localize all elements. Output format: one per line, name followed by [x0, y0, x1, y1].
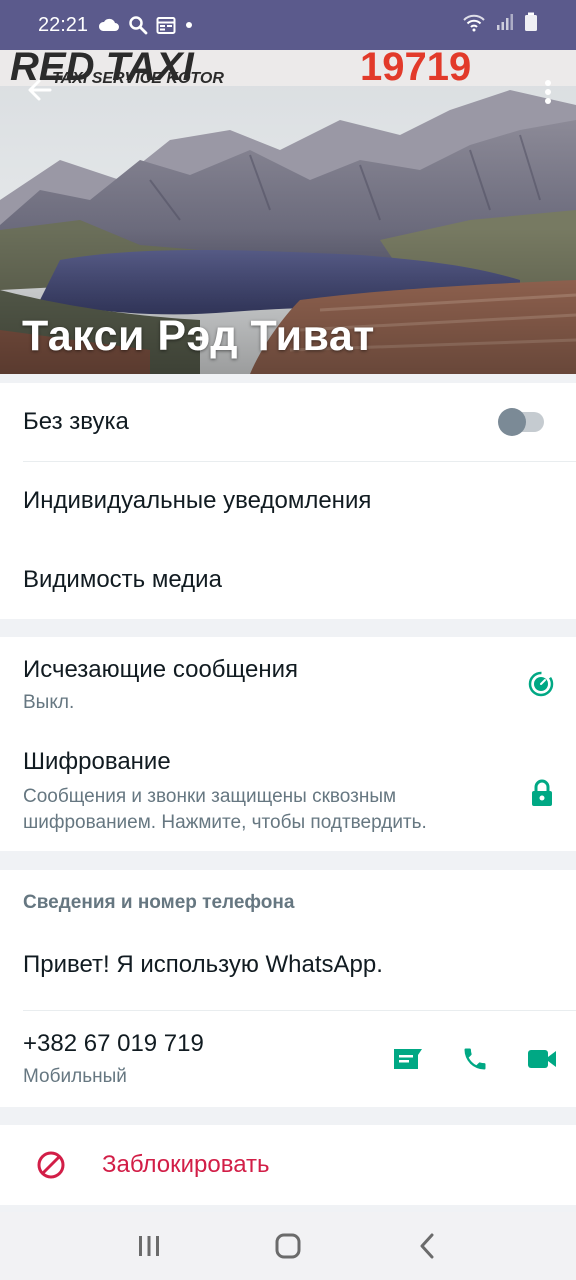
home-button[interactable]	[258, 1216, 318, 1276]
voice-call-button[interactable]	[455, 1039, 495, 1079]
mute-row[interactable]: Без звука	[0, 383, 576, 461]
timer-icon	[528, 671, 554, 697]
media-visibility-label: Видимость медиа	[23, 566, 222, 593]
block-icon	[37, 1151, 65, 1179]
recent-apps-button[interactable]	[119, 1216, 179, 1276]
battery-icon	[524, 12, 538, 38]
video-call-button[interactable]	[522, 1039, 562, 1079]
home-icon	[275, 1233, 301, 1259]
phone-number: +382 67 019 719	[23, 1030, 204, 1057]
system-navigation-bar	[0, 1212, 576, 1280]
status-time: 22:21	[38, 13, 89, 36]
calendar-icon	[156, 16, 176, 34]
lock-icon	[530, 779, 554, 807]
wifi-icon	[462, 12, 486, 38]
cloud-icon	[98, 18, 120, 32]
block-row[interactable]: Заблокировать	[0, 1125, 576, 1205]
notifications-section: Без звука Индивидуальные уведомления Вид…	[0, 383, 576, 619]
about-status-row[interactable]: Привет! Я использую WhatsApp.	[0, 922, 576, 1008]
message-button[interactable]	[388, 1039, 428, 1079]
mute-label: Без звука	[23, 408, 129, 435]
encryption-row[interactable]: Шифрование Сообщения и звонки защищены с…	[0, 737, 576, 847]
phone-icon	[464, 1048, 486, 1070]
status-bar: 22:21	[0, 0, 576, 50]
dot-icon	[184, 20, 194, 30]
about-section-label: Сведения и номер телефона	[23, 892, 295, 913]
media-visibility-row[interactable]: Видимость медиа	[0, 541, 576, 619]
custom-notifications-label: Индивидуальные уведомления	[23, 487, 372, 514]
more-vertical-icon	[545, 80, 551, 104]
disappearing-value: Выкл.	[23, 692, 75, 713]
privacy-section: Исчезающие сообщения Выкл. Шифрование Со…	[0, 637, 576, 851]
search-icon	[128, 15, 148, 35]
mute-toggle[interactable]	[498, 408, 544, 436]
encryption-description: Сообщения и звонки защищены сквозным шиф…	[23, 786, 427, 833]
about-status-text: Привет! Я использую WhatsApp.	[23, 951, 383, 978]
disappearing-title: Исчезающие сообщения	[23, 656, 299, 683]
message-icon	[394, 1049, 422, 1069]
recent-apps-icon	[139, 1236, 160, 1256]
arrow-left-icon	[28, 79, 52, 101]
signal-icon	[496, 13, 514, 37]
custom-notifications-row[interactable]: Индивидуальные уведомления	[0, 462, 576, 540]
toggle-knob	[498, 408, 526, 436]
contact-name: Такси Рэд Тиват	[22, 312, 375, 360]
video-camera-icon	[528, 1050, 556, 1068]
block-label: Заблокировать	[102, 1151, 270, 1178]
chevron-left-icon	[420, 1233, 434, 1259]
about-section: Сведения и номер телефона Привет! Я испо…	[0, 870, 576, 1107]
more-options-button[interactable]	[538, 72, 558, 112]
disappearing-messages-row[interactable]: Исчезающие сообщения Выкл.	[0, 637, 576, 733]
back-button[interactable]	[20, 70, 60, 110]
encryption-title: Шифрование	[23, 748, 171, 775]
phone-type: Мобильный	[23, 1066, 127, 1087]
block-section: Заблокировать	[0, 1125, 576, 1205]
back-nav-button[interactable]	[397, 1216, 457, 1276]
profile-header: RED TAXI 19719 TAXI SERVICE KOTOR Такси …	[0, 50, 576, 374]
